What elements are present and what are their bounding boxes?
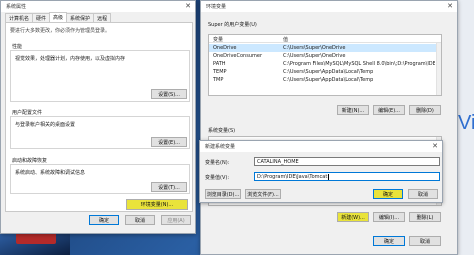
startup-recovery-group: 系统启动、系统故障和调试信息 设置(T)...: [10, 164, 190, 194]
performance-heading: 性能: [12, 44, 23, 50]
system-properties-titlebar: 系统属性: [1, 1, 195, 12]
user-profiles-description: 与登录帐户相关的桌面设置: [15, 122, 76, 128]
user-delete-button[interactable]: 删除(D): [409, 105, 441, 115]
window-title: 环境变量: [206, 4, 227, 10]
table-row[interactable]: TEMP C:\Users\Super\AppData\Local\Temp: [209, 68, 441, 76]
performance-group: 视觉效果，处理器计划，内存使用，以及虚拟内存 设置(S)...: [10, 50, 190, 102]
user-edit-button[interactable]: 编辑(E)...: [373, 105, 405, 115]
user-profiles-settings-button[interactable]: 设置(E)...: [151, 137, 187, 147]
browse-file-button[interactable]: 浏览文件(F)...: [245, 189, 281, 199]
variable-value: C:\Users\Super\AppData\Local\Temp: [283, 77, 374, 83]
window-title: 新建系统变量: [205, 144, 236, 150]
variable-value: C:\Program Files\MySQL\MySQL Shell 8.0\b…: [283, 61, 435, 67]
variable-value-value: D:\Program\IDE\Java\Tomcat: [257, 173, 328, 180]
variable-value: C:\Users\Super\OneDrive: [283, 45, 346, 51]
variable-name: TMP: [213, 77, 224, 83]
table-row[interactable]: OneDrive C:\Users\Super\OneDrive: [209, 44, 441, 52]
tab-computer-name[interactable]: 计算机名: [5, 13, 34, 22]
tab-system-protection[interactable]: 系统保护: [66, 13, 95, 22]
variable-name: PATH: [213, 61, 226, 67]
variable-value-label: 变量值(V):: [205, 175, 230, 181]
system-delete-button[interactable]: 删除(L): [409, 212, 441, 222]
tab-hardware[interactable]: 硬件: [32, 13, 51, 22]
close-icon[interactable]: ✕: [447, 2, 453, 10]
column-header-value: 值: [283, 37, 289, 43]
table-row[interactable]: TMP C:\Users\Super\AppData\Local\Temp: [209, 76, 441, 84]
tab-bar: 计算机名 硬件 高级 系统保护 远程: [5, 12, 112, 22]
tab-advanced[interactable]: 高级: [49, 12, 68, 22]
variable-name-value: CATALINA_HOME: [257, 158, 299, 165]
table-row[interactable]: OneDriveConsumer C:\Users\Super\OneDrive: [209, 52, 441, 60]
performance-settings-button[interactable]: 设置(S)...: [151, 89, 187, 99]
close-icon[interactable]: ✕: [185, 2, 191, 10]
system-new-button[interactable]: 新建(W)...: [337, 212, 369, 222]
new-variable-ok-button[interactable]: 确定: [373, 189, 403, 199]
variable-name: OneDriveConsumer: [213, 53, 263, 59]
background-webpage-text: Vi: [458, 112, 474, 134]
browse-directory-button[interactable]: 浏览目录(D)...: [205, 189, 241, 199]
system-properties-window: 系统属性 ✕ 计算机名 硬件 高级 系统保护 远程 要进行大多数更改，你必须作为…: [0, 0, 196, 234]
new-system-variable-titlebar: 新建系统变量: [200, 141, 442, 152]
user-profiles-heading: 用户配置文件: [12, 110, 43, 116]
close-icon[interactable]: ✕: [432, 142, 438, 150]
user-variables-label: Super 的用户变量(U): [208, 22, 257, 28]
column-header-variable: 变量: [213, 37, 224, 43]
system-variables-label: 系统变量(S): [208, 128, 236, 134]
system-properties-cancel-button[interactable]: 取消: [125, 215, 155, 225]
system-edit-button[interactable]: 编辑(I)...: [373, 212, 405, 222]
variable-name-field[interactable]: CATALINA_HOME: [254, 157, 440, 166]
window-title: 系统属性: [6, 4, 27, 10]
environment-cancel-button[interactable]: 取消: [409, 236, 441, 246]
startup-recovery-description: 系统启动、系统故障和调试信息: [15, 170, 86, 176]
tab-remote[interactable]: 远程: [93, 13, 112, 22]
variable-name-label: 变量名(N):: [205, 160, 230, 166]
system-properties-ok-button[interactable]: 确定: [89, 215, 119, 225]
variable-value: C:\Users\Super\OneDrive: [283, 53, 346, 59]
user-variables-table: 变量 值 OneDrive C:\Users\Super\OneDrive On…: [208, 34, 442, 96]
text-caret: [328, 173, 330, 180]
new-system-variable-dialog: 新建系统变量 ✕ 变量名(N): CATALINA_HOME 变量值(V): D…: [199, 140, 443, 203]
environment-ok-button[interactable]: 确定: [373, 236, 405, 246]
user-profiles-group: 与登录帐户相关的桌面设置 设置(E)...: [10, 116, 190, 149]
admin-note: 要进行大多数更改，你必须作为管理员登录。: [10, 28, 111, 34]
table-row[interactable]: PATH C:\Program Files\MySQL\MySQL Shell …: [209, 60, 441, 68]
advanced-panel: 要进行大多数更改，你必须作为管理员登录。 性能 视觉效果，处理器计划，内存使用，…: [5, 22, 193, 212]
startup-recovery-settings-button[interactable]: 设置(T)...: [151, 182, 187, 192]
new-variable-cancel-button[interactable]: 取消: [408, 189, 438, 199]
variable-name: OneDrive: [213, 45, 237, 51]
variable-value: C:\Users\Super\AppData\Local\Temp: [283, 69, 374, 75]
table-header: 变量 值: [209, 35, 441, 43]
system-properties-apply-button[interactable]: 应用(A): [161, 215, 191, 225]
variable-value-field[interactable]: D:\Program\IDE\Java\Tomcat: [254, 172, 440, 181]
table-scrollbar[interactable]: [436, 43, 441, 95]
variable-name: TEMP: [213, 69, 227, 75]
startup-recovery-heading: 启动和故障恢复: [12, 158, 48, 164]
environment-variables-button[interactable]: 环境变量(N)...: [126, 199, 188, 210]
environment-variables-titlebar: 环境变量: [201, 1, 457, 12]
performance-description: 视觉效果，处理器计划，内存使用，以及虚拟内存: [15, 56, 126, 62]
user-new-button[interactable]: 新建(N)...: [337, 105, 369, 115]
environment-variables-window: 环境变量 ✕ Super 的用户变量(U) 变量 值 OneDrive C:\U…: [200, 0, 458, 255]
